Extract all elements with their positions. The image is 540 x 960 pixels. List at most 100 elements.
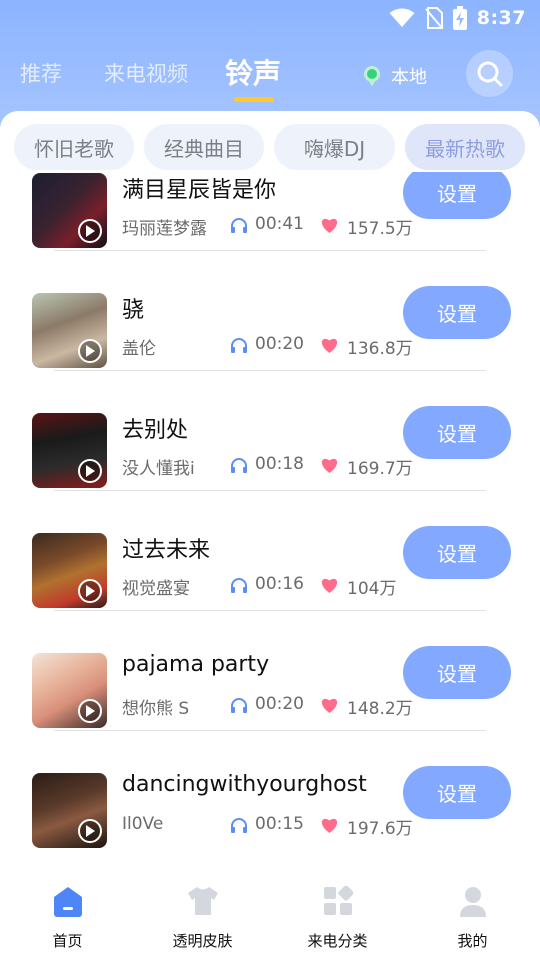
tshirt-icon — [187, 887, 218, 915]
play-icon[interactable] — [78, 459, 102, 483]
ringtone-title: dancingwithyourghost — [122, 772, 367, 797]
row-divider — [54, 370, 486, 371]
row-divider — [54, 730, 486, 731]
chip-nostalgic[interactable]: 怀旧老歌 — [14, 124, 134, 170]
set-ringtone-button[interactable]: 设置 — [403, 646, 511, 699]
bottom-nav-label: 首页 — [52, 932, 83, 950]
search-button[interactable] — [466, 50, 513, 97]
bottom-nav-profile[interactable]: 我的 — [405, 868, 540, 960]
heart-icon — [321, 578, 338, 593]
ringtone-artist: 盖伦 — [122, 339, 156, 359]
headphones-icon — [231, 698, 247, 713]
status-bar: 8:37 — [0, 0, 540, 36]
set-ringtone-button[interactable]: 设置 — [403, 526, 511, 579]
row-divider — [54, 610, 486, 611]
ringtone-likes: 169.7万 — [347, 459, 413, 479]
chip-classic[interactable]: 经典曲目 — [144, 124, 264, 170]
top-nav: 推荐 来电视频 铃声 本地 — [0, 50, 540, 106]
play-icon[interactable] — [78, 819, 102, 843]
ringtone-title: 满目星辰皆是你 — [122, 178, 277, 203]
category-grid-icon — [323, 886, 353, 915]
ringtone-title: 去别处 — [122, 418, 189, 443]
bottom-nav-transparent-skin[interactable]: 透明皮肤 — [135, 868, 270, 960]
set-ringtone-button[interactable]: 设置 — [403, 766, 511, 819]
home-icon — [53, 887, 82, 917]
bottom-nav-label: 透明皮肤 — [172, 932, 233, 950]
content-panel: 怀旧老歌 经典曲目 嗨爆DJ 最新热歌 满目星辰皆是你 玛丽莲梦露 00:41 — [0, 111, 540, 868]
chip-latest-hits[interactable]: 最新热歌 — [405, 124, 525, 170]
bottom-nav-label: 来电分类 — [307, 932, 368, 950]
ringtone-duration: 00:16 — [255, 574, 304, 594]
play-icon[interactable] — [78, 339, 102, 363]
active-tab-indicator — [234, 97, 274, 102]
play-icon[interactable] — [78, 699, 102, 723]
heart-icon — [321, 218, 338, 233]
play-icon[interactable] — [78, 219, 102, 243]
ringtone-duration: 00:15 — [255, 814, 304, 834]
tab-recommend[interactable]: 推荐 — [20, 58, 62, 88]
bottom-nav: 首页 透明皮肤 来电分类 我的 — [0, 868, 540, 960]
ringtone-thumbnail[interactable] — [32, 413, 107, 488]
bottom-nav-call-category[interactable]: 来电分类 — [270, 868, 405, 960]
headphones-icon — [231, 338, 247, 353]
row-divider — [54, 490, 486, 491]
tab-call-video[interactable]: 来电视频 — [104, 58, 188, 88]
ringtone-row[interactable]: 骁 盖伦 00:20 136.8万 设置 — [0, 279, 540, 399]
ringtone-row[interactable]: dancingwithyourghost Il0Ve 00:15 197.6万 … — [0, 759, 540, 868]
ringtone-duration: 00:18 — [255, 454, 304, 474]
headphones-icon — [231, 818, 247, 833]
ringtone-thumbnail[interactable] — [32, 773, 107, 848]
ringtone-likes: 157.5万 — [347, 219, 413, 239]
ringtone-duration: 00:20 — [255, 694, 304, 714]
ringtone-duration: 00:41 — [255, 214, 304, 234]
ringtone-artist: 玛丽莲梦露 — [122, 219, 207, 239]
ringtone-thumbnail[interactable] — [32, 173, 107, 248]
profile-icon — [459, 887, 486, 917]
set-ringtone-button[interactable]: 设置 — [403, 286, 511, 339]
ringtone-title: 骁 — [122, 298, 145, 323]
ringtone-row[interactable]: 满目星辰皆是你 玛丽莲梦露 00:41 157.5万 设置 — [0, 172, 540, 279]
row-divider — [54, 250, 486, 251]
heart-icon — [321, 818, 338, 833]
play-icon[interactable] — [78, 579, 102, 603]
headphones-icon — [231, 458, 247, 473]
ringtone-artist: 视觉盛宴 — [122, 579, 190, 599]
ringtone-likes: 104万 — [347, 579, 397, 599]
chip-dj[interactable]: 嗨爆DJ — [274, 124, 395, 170]
heart-icon — [321, 698, 338, 713]
ringtone-likes: 148.2万 — [347, 699, 413, 719]
ringtone-likes: 197.6万 — [347, 819, 413, 839]
headphones-icon — [231, 578, 247, 593]
heart-icon — [321, 338, 338, 353]
ringtone-row[interactable]: 过去未来 视觉盛宴 00:16 104万 设置 — [0, 519, 540, 639]
ringtone-artist: 想你熊 S — [122, 699, 190, 719]
wifi-icon — [389, 8, 415, 27]
location-label: 本地 — [391, 67, 427, 88]
status-time: 8:37 — [476, 7, 526, 29]
ringtone-title: pajama party — [122, 652, 270, 677]
tab-ringtones[interactable]: 铃声 — [225, 52, 281, 92]
ringtone-thumbnail[interactable] — [32, 533, 107, 608]
heart-icon — [321, 458, 338, 473]
ringtone-list: 满目星辰皆是你 玛丽莲梦露 00:41 157.5万 设置 骁 盖伦 00:20… — [0, 172, 540, 868]
set-ringtone-button[interactable]: 设置 — [403, 406, 511, 459]
ringtone-title: 过去未来 — [122, 538, 211, 563]
set-ringtone-button[interactable]: 设置 — [403, 172, 511, 219]
ringtone-thumbnail[interactable] — [32, 293, 107, 368]
ringtone-likes: 136.8万 — [347, 339, 413, 359]
search-icon — [477, 61, 502, 86]
ringtone-duration: 00:20 — [255, 334, 304, 354]
ringtone-artist: 没人懂我i — [122, 459, 195, 479]
ringtone-thumbnail[interactable] — [32, 653, 107, 728]
location-selector[interactable]: 本地 — [363, 63, 427, 89]
ringtone-artist: Il0Ve — [122, 814, 164, 834]
bottom-nav-home[interactable]: 首页 — [0, 868, 135, 960]
location-pin-icon — [364, 66, 380, 86]
ringtone-row[interactable]: pajama party 想你熊 S 00:20 148.2万 设置 — [0, 639, 540, 759]
battery-charging-icon — [452, 6, 467, 30]
bottom-nav-label: 我的 — [457, 932, 488, 950]
no-sim-icon — [424, 7, 443, 29]
category-chips: 怀旧老歌 经典曲目 嗨爆DJ 最新热歌 — [0, 124, 540, 170]
headphones-icon — [231, 218, 247, 233]
ringtone-row[interactable]: 去别处 没人懂我i 00:18 169.7万 设置 — [0, 399, 540, 519]
